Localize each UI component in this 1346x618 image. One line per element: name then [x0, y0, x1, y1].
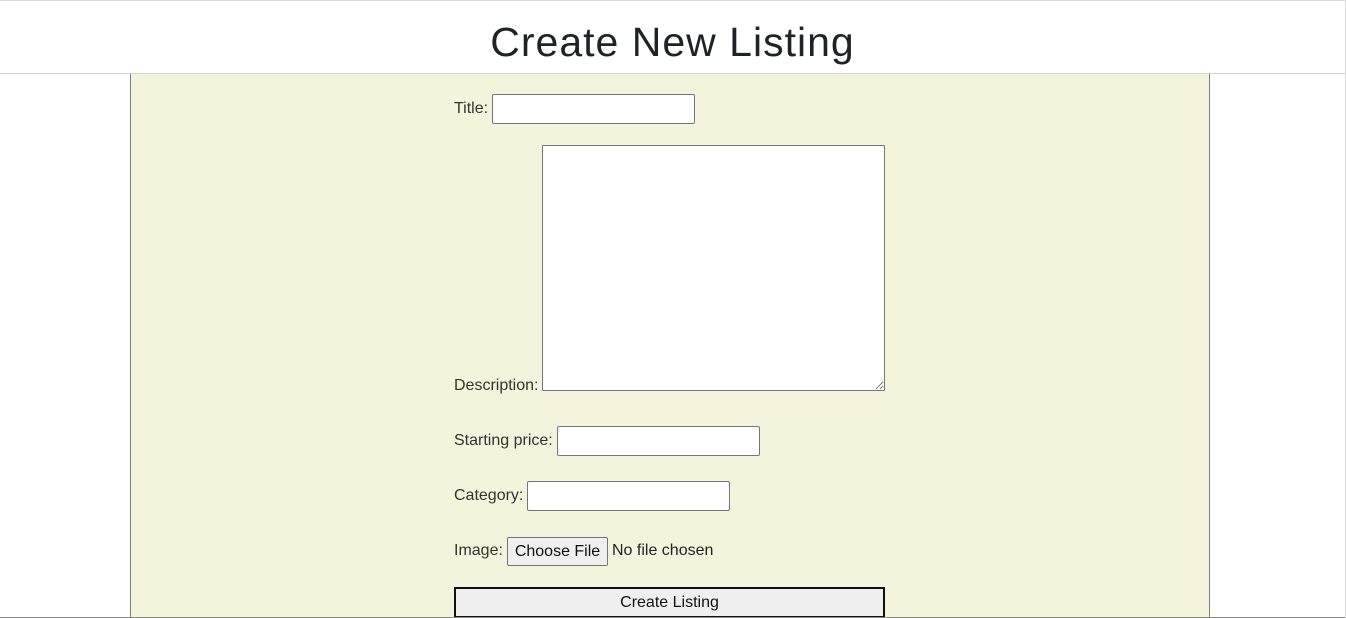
- page-header: Create New Listing: [0, 1, 1345, 74]
- image-label: Image:: [454, 542, 503, 559]
- category-label: Category:: [454, 487, 524, 504]
- title-label: Title:: [454, 100, 489, 117]
- create-listing-form: Title: Description: Starting price: Cate…: [130, 74, 1210, 617]
- category-input[interactable]: [527, 481, 730, 511]
- title-input[interactable]: [492, 94, 695, 124]
- description-label: Description:: [454, 377, 539, 394]
- create-listing-button[interactable]: Create Listing: [454, 587, 885, 617]
- choose-file-button[interactable]: Choose File: [507, 537, 608, 566]
- no-file-chosen-text: No file chosen: [612, 542, 714, 559]
- page-title: Create New Listing: [490, 19, 855, 65]
- description-textarea[interactable]: [542, 145, 885, 391]
- starting-price-label: Starting price:: [454, 432, 553, 449]
- page: Create New Listing Title: Description: S…: [0, 0, 1346, 618]
- starting-price-input[interactable]: [557, 426, 760, 456]
